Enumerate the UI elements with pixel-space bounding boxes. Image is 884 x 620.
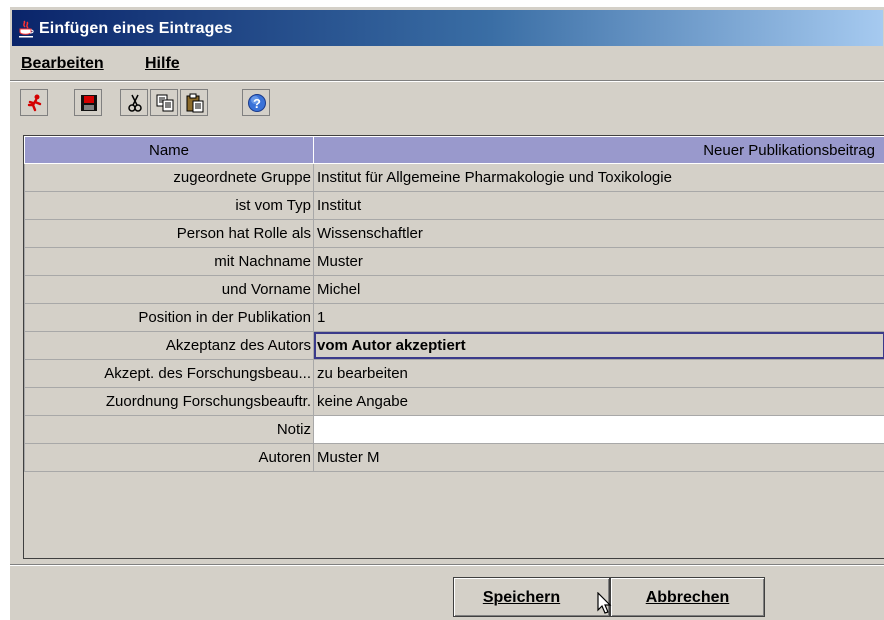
exit-button[interactable] (20, 89, 48, 116)
table-row[interactable]: ist vom Typ Institut (24, 191, 884, 220)
row-value[interactable]: keine Angabe (313, 387, 884, 416)
row-value[interactable]: Wissenschaftler (313, 219, 884, 248)
paste-icon (186, 93, 204, 113)
dialog-window: Einfügen eines Eintrages Bearbeiten Hilf… (9, 6, 884, 620)
row-label: Zuordnung Forschungsbeauftr. (24, 387, 314, 416)
table-row[interactable]: Zuordnung Forschungsbeauftr. keine Angab… (24, 387, 884, 416)
menu-bearbeiten-label: Bearbeiten (21, 55, 104, 72)
save-button-label: Speichern (482, 589, 561, 606)
row-value[interactable]: zu bearbeiten (313, 359, 884, 388)
cut-button[interactable] (120, 89, 148, 116)
java-cup-icon (19, 20, 34, 38)
row-value[interactable]: Muster (313, 247, 884, 276)
properties-table: Name Neuer Publikationsbeitrag zugeordne… (24, 136, 884, 472)
toolbar: ? (10, 83, 884, 121)
menu-bar: Bearbeiten Hilfe (10, 47, 884, 81)
help-button[interactable]: ? (242, 89, 270, 116)
row-label: Notiz (24, 415, 314, 444)
row-label: ist vom Typ (24, 191, 314, 220)
column-header-name[interactable]: Name (24, 136, 314, 164)
save-button[interactable]: Speichern (453, 577, 610, 617)
window-title: Einfügen eines Eintrages (39, 20, 233, 37)
paste-button[interactable] (180, 89, 208, 116)
help-icon: ? (248, 94, 266, 112)
acceptance-combo[interactable]: vom Autor akzeptiert (313, 331, 884, 360)
properties-table-panel: Name Neuer Publikationsbeitrag zugeordne… (23, 135, 884, 559)
table-row[interactable]: mit Nachname Muster (24, 247, 884, 276)
row-value[interactable]: Michel (313, 275, 884, 304)
mouse-pointer-icon (597, 592, 612, 614)
row-value[interactable]: Institut (313, 191, 884, 220)
menu-hilfe[interactable]: Hilfe (145, 55, 180, 73)
menu-bearbeiten[interactable]: Bearbeiten (21, 55, 104, 73)
table-row[interactable]: Akzept. des Forschungsbeau... zu bearbei… (24, 359, 884, 388)
row-value[interactable]: Institut für Allgemeine Pharmakologie un… (313, 163, 884, 192)
table-row[interactable]: Position in der Publikation 1 (24, 303, 884, 332)
exit-icon (27, 94, 42, 112)
save-toolbar-button[interactable] (74, 89, 102, 116)
menu-hilfe-label: Hilfe (145, 55, 180, 72)
menu-separator (10, 80, 884, 82)
column-header-value[interactable]: Neuer Publikationsbeitrag (313, 136, 884, 164)
row-label: mit Nachname (24, 247, 314, 276)
table-row[interactable]: Notiz (24, 415, 884, 444)
cancel-button-label: Abbrechen (645, 589, 730, 606)
row-label: Autoren (24, 443, 314, 472)
row-value[interactable]: Muster M (313, 443, 884, 472)
table-row[interactable]: Person hat Rolle als Wissenschaftler (24, 219, 884, 248)
cut-icon (128, 94, 142, 112)
row-label: Akzeptanz des Autors (24, 331, 314, 360)
row-label: Akzept. des Forschungsbeau... (24, 359, 314, 388)
notiz-field[interactable] (313, 415, 884, 444)
save-icon (81, 95, 97, 111)
row-label: Person hat Rolle als (24, 219, 314, 248)
button-bar-separator (10, 564, 884, 566)
row-label: Position in der Publikation (24, 303, 314, 332)
copy-button[interactable] (150, 89, 178, 116)
table-row[interactable]: Autoren Muster M (24, 443, 884, 472)
row-label: und Vorname (24, 275, 314, 304)
svg-text:?: ? (253, 96, 261, 111)
table-row[interactable]: zugeordnete Gruppe Institut für Allgemei… (24, 163, 884, 192)
table-row-selected[interactable]: Akzeptanz des Autors vom Autor akzeptier… (24, 331, 884, 360)
title-bar[interactable]: Einfügen eines Eintrages (12, 10, 883, 46)
table-row[interactable]: und Vorname Michel (24, 275, 884, 304)
table-header-row: Name Neuer Publikationsbeitrag (24, 136, 884, 164)
row-value[interactable]: 1 (313, 303, 884, 332)
copy-icon (156, 94, 174, 112)
cancel-button[interactable]: Abbrechen (610, 577, 765, 617)
row-label: zugeordnete Gruppe (24, 163, 314, 192)
